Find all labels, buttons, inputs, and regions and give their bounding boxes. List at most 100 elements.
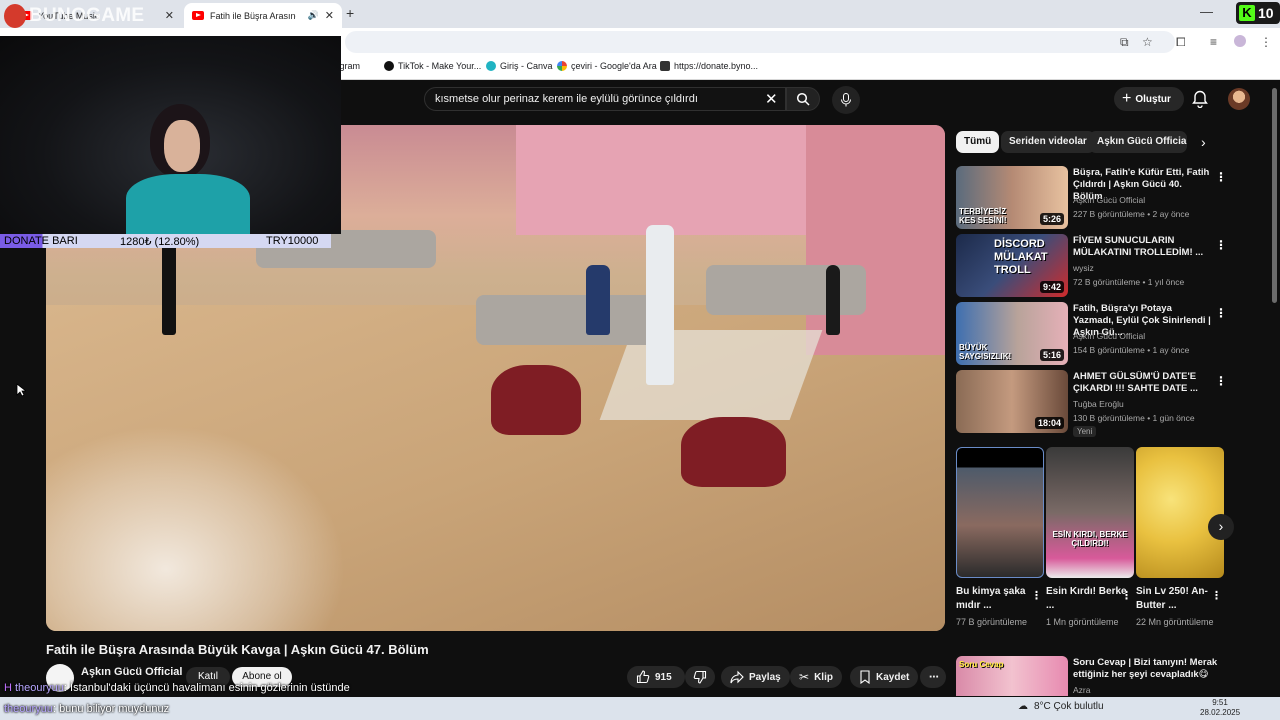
- save-label: Kaydet: [876, 671, 910, 683]
- short-thumbnail[interactable]: ESİN KIRDI, BERKE ÇILDIRDI!: [1046, 447, 1134, 578]
- channel-name[interactable]: Aşkın Gücü Official: [1073, 195, 1145, 205]
- bookmark-canva[interactable]: Giriş - Canva: [486, 61, 553, 71]
- more-vertical-icon[interactable]: ⋮: [1215, 306, 1227, 320]
- more-vertical-icon[interactable]: ⋮: [1211, 589, 1222, 602]
- short-item[interactable]: Sin Lv 250! An-Butter ... 22 Mn görüntül…: [1136, 447, 1224, 628]
- speaker-icon[interactable]: 🔊: [308, 10, 319, 21]
- search-input[interactable]: kısmetse olur perinaz kerem ile eylülü g…: [424, 87, 786, 111]
- notifications-bell-icon[interactable]: [1192, 90, 1208, 108]
- channel-name[interactable]: Aşkın Gücü Official: [81, 666, 182, 678]
- share-button[interactable]: Paylaş: [721, 666, 790, 688]
- more-vertical-icon[interactable]: ⋮: [1215, 374, 1227, 388]
- donate-amount: 1280₺ (12.80%): [120, 236, 200, 248]
- logo-text: BUNOGAME: [29, 5, 145, 26]
- more-vertical-icon[interactable]: ⋮: [1031, 589, 1042, 602]
- minimize-icon[interactable]: —: [1200, 4, 1213, 19]
- new-tab-icon[interactable]: +: [346, 5, 354, 21]
- more-actions-button[interactable]: ⋯: [920, 666, 946, 688]
- short-thumbnail[interactable]: [956, 447, 1044, 578]
- video-thumbnail[interactable]: DİSCORD MÜLAKAT TROLL 9:42: [956, 234, 1068, 297]
- clip-button[interactable]: ✂ Klip: [790, 666, 842, 688]
- channel-name[interactable]: Aşkın Gücü Official: [1073, 331, 1145, 341]
- chat-message: theouryuu: bunu biliyor muydunuz: [4, 703, 169, 715]
- more-horizontal-icon: ⋯: [929, 671, 939, 683]
- cloud-icon: ☁: [1018, 701, 1028, 712]
- video-thumbnail[interactable]: BÜYÜK SAYGISIZLIK! 5:16: [956, 302, 1068, 365]
- more-vertical-icon[interactable]: ⋮: [1215, 238, 1227, 252]
- video-frame-wall: [516, 125, 806, 235]
- google-icon: [557, 61, 567, 71]
- video-title[interactable]: AHMET GÜLSÜM'Ü DATE'E ÇIKARDI !!! SAHTE …: [1073, 371, 1213, 395]
- short-thumbnail[interactable]: [1136, 447, 1224, 578]
- video-title[interactable]: FİVEM SUNUCULARIN MÜLAKATINI TROLLEDİM! …: [1073, 235, 1213, 259]
- save-button[interactable]: Kaydet: [850, 666, 919, 688]
- search-button[interactable]: [786, 87, 820, 111]
- weather-text: 8°C Çok bulutlu: [1034, 701, 1104, 712]
- media-control-icon[interactable]: ≡: [1210, 35, 1217, 49]
- scissors-icon: ✂: [799, 670, 810, 684]
- extensions-icon[interactable]: ⧠: [1176, 35, 1186, 50]
- install-app-icon[interactable]: ⧉: [1120, 35, 1129, 50]
- like-button[interactable]: 915: [627, 666, 685, 688]
- shorts-next-button[interactable]: ›: [1208, 514, 1234, 540]
- donate-site-icon: [660, 61, 670, 71]
- recommended-video[interactable]: BÜYÜK SAYGISIZLIK! 5:16 Fatih, Büşra'yı …: [956, 302, 1266, 366]
- close-tab-icon[interactable]: ✕: [165, 9, 174, 22]
- system-clock[interactable]: 9:51 28.02.2025: [1200, 698, 1240, 718]
- video-thumbnail[interactable]: Soru Cevap: [956, 656, 1068, 696]
- url-field[interactable]: [345, 31, 1175, 53]
- search-icon: [796, 92, 810, 106]
- dislike-button[interactable]: [685, 666, 715, 688]
- share-label: Paylaş: [749, 671, 781, 683]
- voice-search-button[interactable]: [832, 86, 860, 114]
- recommended-video[interactable]: Soru Cevap Soru Cevap | Bizi tanıyın! Me…: [956, 656, 1266, 696]
- donate-progress-bar: DONATE BARI 1280₺ (12.80%) TRY10000: [0, 234, 331, 248]
- weather-widget[interactable]: ☁ 8°C Çok bulutlu: [1018, 701, 1104, 712]
- page-scrollbar[interactable]: [1272, 88, 1277, 303]
- video-thumbnail[interactable]: 18:04: [956, 370, 1068, 433]
- tab-current-video[interactable]: Fatih ile Büşra Arasında Büy 🔊 ✕: [184, 3, 342, 28]
- bookmark-donate[interactable]: https://donate.byno...: [660, 61, 758, 71]
- thumbnail-caption: TERBİYESİZ KES SESİNİ!: [959, 207, 1007, 225]
- menu-kebab-icon[interactable]: ⋮: [1260, 35, 1272, 49]
- channel-name[interactable]: wysiz: [1073, 263, 1094, 273]
- plus-icon: +: [1122, 90, 1132, 107]
- bookmark-label: https://donate.byno...: [674, 61, 759, 71]
- create-button[interactable]: + Oluştur: [1114, 87, 1184, 111]
- chat-badge-icon: H: [4, 682, 12, 694]
- video-frame-white-tree: [46, 425, 346, 631]
- canva-icon: [486, 61, 496, 71]
- more-vertical-icon[interactable]: ⋮: [1121, 589, 1132, 602]
- chat-text: bunu biliyor muydunuz: [59, 703, 170, 715]
- video-frame-person: [826, 265, 840, 335]
- video-meta: 72 B görüntüleme • 1 yıl önce: [1073, 277, 1185, 287]
- recommended-video[interactable]: 18:04 AHMET GÜLSÜM'Ü DATE'E ÇIKARDI !!! …: [956, 370, 1266, 440]
- channel-name[interactable]: Tuğba Eroğlu: [1073, 399, 1124, 409]
- chip-all[interactable]: Tümü: [956, 131, 1000, 153]
- more-vertical-icon[interactable]: ⋮: [1215, 170, 1227, 184]
- close-tab-icon[interactable]: ✕: [325, 9, 334, 22]
- clear-search-icon[interactable]: ✕: [765, 90, 778, 108]
- chip-channel[interactable]: Aşkın Gücü Official: [1089, 131, 1187, 153]
- kick-count: 10: [1258, 5, 1274, 21]
- account-avatar[interactable]: [1228, 88, 1250, 110]
- bookmark-google-translate[interactable]: çeviri - Google'da Ara: [557, 61, 657, 71]
- short-item[interactable]: Bu kimya şaka mıdır ... 77 B görüntüleme…: [956, 447, 1044, 628]
- video-thumbnail[interactable]: TERBİYESİZ KES SESİNİ! 5:26: [956, 166, 1068, 229]
- chevron-right-icon[interactable]: ›: [1201, 134, 1206, 150]
- new-badge: Yeni: [1073, 426, 1097, 437]
- profile-icon[interactable]: [1234, 35, 1246, 47]
- recommended-video[interactable]: TERBİYESİZ KES SESİNİ! 5:26 Büşra, Fatih…: [956, 166, 1266, 230]
- short-views: 77 B görüntüleme: [956, 617, 1028, 627]
- tab-label: Fatih ile Büşra Arasında Büy: [210, 10, 296, 21]
- bookmark-star-icon[interactable]: ☆: [1142, 35, 1153, 49]
- recommended-video[interactable]: DİSCORD MÜLAKAT TROLL 9:42 FİVEM SUNUCUL…: [956, 234, 1266, 298]
- chip-series[interactable]: Seriden videolar: [1001, 131, 1095, 153]
- bookmark-tiktok[interactable]: TikTok - Make Your...: [384, 61, 481, 71]
- logo-mark-icon: [4, 4, 26, 28]
- webcam-face: [164, 120, 200, 172]
- video-title[interactable]: Soru Cevap | Bizi tanıyın! Merak ettiğin…: [1073, 657, 1223, 681]
- channel-name[interactable]: Azra: [1073, 685, 1090, 695]
- short-item[interactable]: ESİN KIRDI, BERKE ÇILDIRDI! Esin Kırdı! …: [1046, 447, 1134, 628]
- video-frame-person: [646, 225, 674, 385]
